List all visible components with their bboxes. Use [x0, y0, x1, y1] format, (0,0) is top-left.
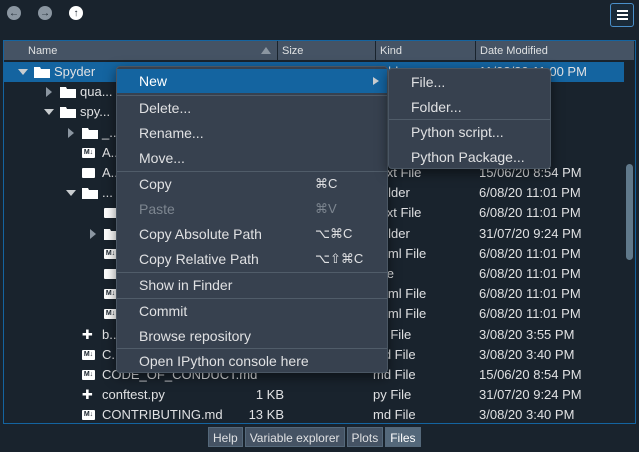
folder-open-icon [82, 188, 98, 200]
menu-item-new[interactable]: New [117, 69, 387, 93]
file-name: spy... [80, 104, 111, 120]
hamburger-menu-icon [616, 10, 628, 12]
file-kind: py File [373, 387, 412, 403]
sort-ascending-icon [261, 47, 271, 54]
menu-item-browse-repository[interactable]: Browse repository [117, 324, 387, 348]
expand-arrow-icon[interactable] [18, 69, 28, 75]
tree-header: Name Size Kind Date Modified [4, 41, 635, 61]
submenu-item-python-package[interactable]: Python Package... [389, 145, 550, 169]
files-toolbar: ← → ↑ [0, 0, 639, 30]
folder-icon [60, 87, 76, 99]
markdown-file-icon: M↓ [82, 349, 95, 360]
menu-item-move[interactable]: Move... [117, 146, 387, 170]
expand-arrow-icon[interactable] [44, 109, 54, 116]
file-size: 1 KB [255, 387, 284, 403]
forward-arrow-icon[interactable]: → [38, 6, 52, 20]
column-header-size[interactable]: Size [278, 41, 376, 61]
folder-icon [82, 127, 98, 139]
python-file-icon: ✚ [82, 326, 93, 342]
markdown-file-icon: M↓ [82, 410, 95, 421]
file-date: 6/08/20 11:01 PM [479, 205, 581, 221]
up-arrow-icon[interactable]: ↑ [69, 6, 83, 20]
menu-item-copy-relative-path[interactable]: Copy Relative Path ⌥⇧⌘C [117, 247, 387, 271]
submenu-item-folder[interactable]: Folder... [389, 95, 550, 119]
back-arrow-icon[interactable]: ← [7, 6, 21, 20]
shortcut-copy-absolute-path: ⌥⌘C [315, 226, 353, 241]
shortcut-copy: ⌘C [315, 176, 338, 191]
file-name: qua... [80, 84, 113, 100]
submenu-arrow-icon [373, 77, 379, 85]
collapse-arrow-icon[interactable] [90, 228, 96, 239]
markdown-file-icon: M↓ [82, 147, 95, 158]
menu-item-copy[interactable]: Copy ⌘C [117, 172, 387, 196]
file-date: 3/08/20 3:40 PM [479, 346, 575, 362]
menu-item-delete[interactable]: Delete... [117, 96, 387, 120]
file-name: CONTRIBUTING.md [102, 407, 223, 423]
submenu-item-file[interactable]: File... [389, 70, 550, 94]
menu-item-commit[interactable]: Commit [117, 299, 387, 323]
file-date: 6/08/20 11:01 PM [479, 306, 581, 322]
text-file-icon [82, 168, 95, 178]
context-menu: New Delete... Rename... Move... Copy ⌘C … [116, 66, 388, 373]
menu-item-paste: Paste ⌘V [117, 197, 387, 221]
file-date: 6/08/20 11:01 PM [479, 245, 581, 261]
file-name: ... [102, 185, 113, 201]
column-header-kind[interactable]: Kind [376, 41, 476, 61]
file-date: 3/08/20 3:40 PM [479, 407, 575, 423]
submenu-item-python-script[interactable]: Python script... [389, 120, 550, 144]
shortcut-copy-relative-path: ⌥⇧⌘C [315, 251, 364, 266]
collapse-arrow-icon[interactable] [46, 87, 52, 98]
bottom-tabs: Help Variable explorer Plots Files [208, 427, 421, 447]
menu-item-rename[interactable]: Rename... [117, 121, 387, 145]
tree-row[interactable]: ✚ conftest.py 1 KB py File 31/07/20 9:24 PM [4, 385, 624, 405]
folder-open-icon [60, 107, 76, 119]
expand-arrow-icon[interactable] [66, 190, 76, 197]
folder-open-icon [34, 67, 50, 78]
python-file-icon: ✚ [82, 387, 93, 403]
collapse-arrow-icon[interactable] [68, 127, 74, 138]
markdown-file-icon: M↓ [82, 370, 95, 380]
menu-item-copy-absolute-path[interactable]: Copy Absolute Path ⌥⌘C [117, 222, 387, 246]
file-date: 6/08/20 11:01 PM [479, 266, 581, 281]
scrollbar-thumb[interactable] [626, 164, 633, 260]
new-submenu: File... Folder... Python script... Pytho… [388, 68, 551, 169]
file-name: Spyder [54, 64, 96, 79]
file-date: 15/06/20 8:54 PM [479, 367, 582, 382]
tab-variable-explorer[interactable]: Variable explorer [244, 427, 345, 447]
file-date: 3/08/20 3:55 PM [479, 326, 575, 342]
shortcut-paste: ⌘V [315, 201, 337, 216]
file-date: 6/08/20 11:01 PM [479, 185, 581, 201]
tab-files[interactable]: Files [385, 427, 421, 447]
tree-row[interactable]: M↓ CONTRIBUTING.md 13 KB md File 3/08/20 3:4… [4, 405, 624, 423]
file-date: 6/08/20 11:01 PM [479, 286, 581, 302]
file-kind: md File [373, 407, 416, 423]
file-date: 31/07/20 9:24 PM [479, 225, 582, 241]
column-header-name[interactable]: Name [24, 41, 278, 61]
files-pane: ← → ↑ Name Size Kind Date Modified Spyde… [0, 0, 639, 452]
column-header-date[interactable]: Date Modified [476, 41, 635, 61]
vertical-scrollbar[interactable] [624, 62, 635, 423]
tab-plots[interactable]: Plots [346, 427, 384, 447]
file-name: conftest.py [102, 387, 165, 403]
menu-item-open-ipython-console[interactable]: Open IPython console here [117, 349, 387, 373]
file-date: 31/07/20 9:24 PM [479, 387, 582, 403]
menu-item-show-in-finder[interactable]: Show in Finder [117, 273, 387, 297]
tab-help[interactable]: Help [208, 427, 243, 447]
options-menu-button[interactable] [610, 3, 634, 27]
file-size: 13 KB [248, 407, 284, 423]
